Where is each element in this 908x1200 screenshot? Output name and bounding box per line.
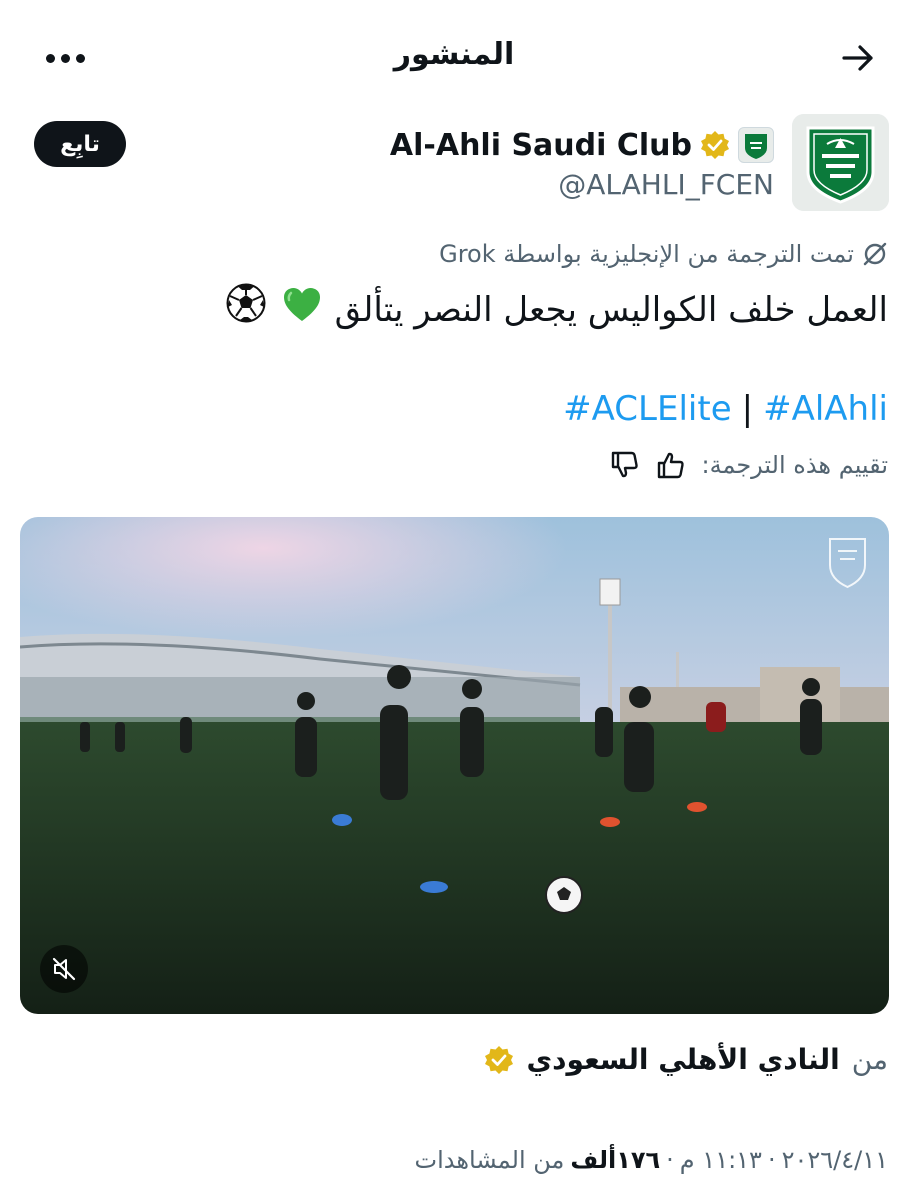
tweet-meta: ٢٠٢٦/٤/١١ · ١١:١٣ م · ١٧٦ألف من المشاهدا… — [415, 1146, 888, 1174]
affiliate-badge-icon[interactable] — [738, 127, 774, 163]
video-player[interactable] — [20, 517, 889, 1014]
video-frame-image — [20, 517, 889, 1014]
author-name-row[interactable]: Al-Ahli Saudi Club — [390, 124, 774, 166]
tweet-text: العمل خلف الكواليس يجعل النصر يتألق — [28, 282, 888, 340]
rate-translation-row: تقييم هذه الترجمة: — [610, 450, 889, 480]
verified-badge-icon — [485, 1045, 514, 1074]
hashtags: #ACLElite | #AlAhli — [563, 384, 888, 434]
rate-translation-label: تقييم هذه الترجمة: — [701, 451, 889, 479]
verified-badge-icon — [701, 131, 729, 159]
views-count: ١٧٦ألف — [570, 1146, 661, 1174]
from-label: من — [851, 1043, 888, 1076]
back-button[interactable] — [836, 36, 880, 80]
source-row: من النادي الأهلي السعودي — [484, 1043, 888, 1076]
green-heart-icon — [283, 284, 321, 340]
more-button[interactable] — [40, 36, 90, 80]
post-time: ١١:١٣ م — [679, 1146, 762, 1174]
source-name-link[interactable]: النادي الأهلي السعودي — [526, 1043, 839, 1076]
hashtag-link-acle[interactable]: #ACLElite — [563, 389, 731, 429]
meta-dot: · — [767, 1146, 776, 1174]
mute-toggle-button[interactable] — [40, 945, 88, 993]
speaker-muted-icon — [52, 957, 76, 981]
thumbs-up-button[interactable] — [656, 450, 686, 480]
author-handle[interactable]: @ALAHLI_FCEN — [558, 168, 774, 201]
club-logo-icon — [792, 114, 889, 211]
hashtag-separator: | — [741, 389, 754, 429]
thumbs-up-icon — [657, 452, 684, 479]
page-title: المنشور — [393, 37, 515, 72]
hashtag-link-alahli[interactable]: #AlAhli — [763, 389, 888, 429]
translation-note: تمت الترجمة من الإنجليزية بواسطة Grok — [439, 240, 888, 268]
translate-icon — [863, 242, 887, 266]
more-dots-icon — [45, 53, 55, 63]
arrow-right-icon — [842, 45, 873, 71]
soccer-ball-icon — [226, 283, 266, 340]
translation-note-text: تمت الترجمة من الإنجليزية بواسطة Grok — [439, 240, 854, 268]
tweet-body: العمل خلف الكواليس يجعل النصر يتألق — [334, 290, 888, 330]
author-display-name[interactable]: Al-Ahli Saudi Club — [390, 128, 692, 163]
thumbs-down-button[interactable] — [610, 450, 640, 480]
follow-button[interactable]: تابِع — [34, 121, 126, 167]
thumbs-down-icon — [611, 451, 638, 478]
meta-dot: · — [666, 1146, 674, 1174]
views-label: من المشاهدات — [414, 1146, 565, 1174]
post-date: ٢٠٢٦/٤/١١ — [781, 1146, 888, 1174]
avatar[interactable] — [792, 114, 889, 211]
